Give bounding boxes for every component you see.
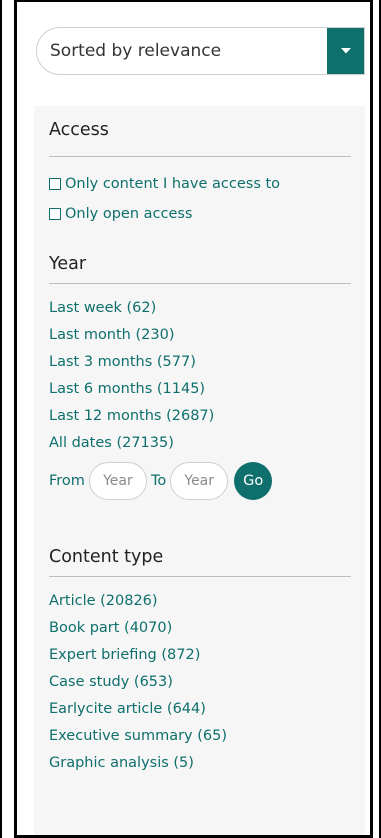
content-type-link-expert-briefing[interactable]: Expert briefing (872) (49, 647, 200, 663)
screen-border-left (0, 0, 2, 838)
year-link-all-dates[interactable]: All dates (27135) (49, 435, 174, 451)
to-label: To (150, 473, 167, 489)
content-type-divider (49, 576, 351, 577)
content-type-link-earlycite-article[interactable]: Earlycite article (644) (49, 701, 206, 717)
content-type-link-article[interactable]: Article (20826) (49, 593, 158, 609)
year-link-last-month[interactable]: Last month (230) (49, 327, 174, 343)
content-type-link-book-part[interactable]: Book part (4070) (49, 620, 172, 636)
year-divider (49, 283, 351, 284)
filter-panel: Access Only content I have access to Onl… (34, 106, 365, 835)
checkbox-icon[interactable] (49, 178, 61, 190)
to-year-input[interactable] (170, 462, 229, 500)
sort-dropdown[interactable]: Sorted by relevance (36, 27, 365, 75)
access-option-label: Only open access (65, 206, 193, 222)
access-option-open-access[interactable]: Only open access (49, 206, 192, 222)
year-link-last-week[interactable]: Last week (62) (49, 300, 156, 316)
content-type-heading: Content type (49, 547, 164, 567)
year-link-last-3-months[interactable]: Last 3 months (577) (49, 354, 196, 370)
from-label: From (49, 473, 85, 489)
go-button[interactable]: Go (234, 462, 273, 500)
checkbox-icon[interactable] (49, 208, 61, 220)
content-type-link-graphic-analysis[interactable]: Graphic analysis (5) (49, 755, 194, 771)
access-option-my-access[interactable]: Only content I have access to (49, 176, 280, 192)
year-heading: Year (49, 254, 87, 274)
access-heading: Access (49, 120, 109, 140)
year-link-last-12-months[interactable]: Last 12 months (2687) (49, 408, 214, 424)
caret-down-icon (340, 48, 351, 54)
content-type-link-executive-summary[interactable]: Executive summary (65) (49, 728, 227, 744)
content-type-link-case-study[interactable]: Case study (653) (49, 674, 173, 690)
from-year-input[interactable] (88, 462, 147, 500)
access-option-label: Only content I have access to (65, 176, 281, 192)
access-divider (49, 156, 351, 157)
year-range-form: From To Go (49, 462, 273, 500)
sort-dropdown-toggle[interactable] (327, 28, 364, 74)
sort-selected-value: Sorted by relevance (50, 41, 222, 61)
year-link-last-6-months[interactable]: Last 6 months (1145) (49, 381, 205, 397)
